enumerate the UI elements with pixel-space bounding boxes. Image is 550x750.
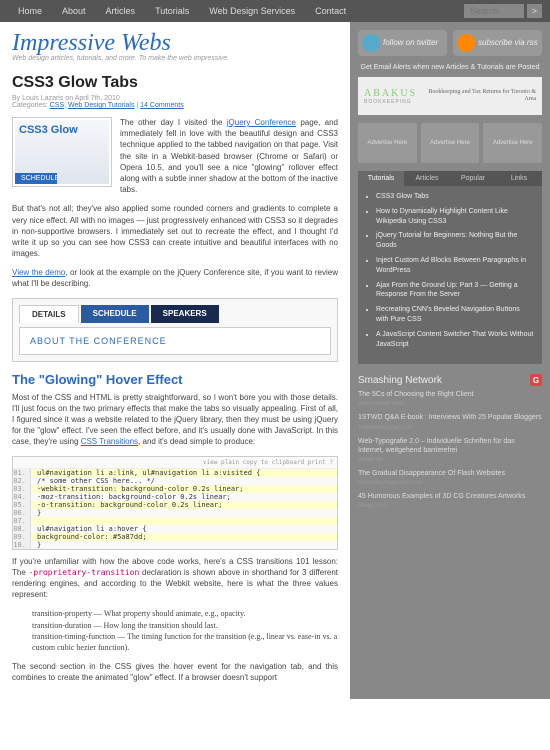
sidebar: follow on twitter subscribe via rss Get …: [350, 22, 550, 699]
smashing-item[interactable]: The 5Cs of Choosing the Right Client: [358, 390, 542, 399]
code-line: 06.}: [13, 509, 337, 517]
smashing-item[interactable]: 1STWD Q&A E-book : Interviews With 25 Po…: [358, 413, 542, 422]
thumb-tab: SCHEDULE: [15, 173, 57, 184]
rss-button[interactable]: subscribe via rss: [453, 30, 542, 56]
rss-label: subscribe via rss: [478, 39, 538, 47]
demo-content: ABOUT THE CONFERENCE: [19, 327, 331, 355]
code-toolbar[interactable]: view plain copy to clipboard print ?: [13, 457, 337, 469]
jquery-conf-link[interactable]: jQuery Conference: [227, 118, 296, 127]
smashing-source: smashingmagazine.com: [358, 480, 542, 486]
nav-tutorials[interactable]: Tutorials: [145, 3, 199, 19]
demo-tab-speakers: SPEAKERS: [151, 305, 219, 323]
tab-links[interactable]: Links: [496, 171, 542, 186]
byline: By Louis Lazaris on April 7th, 2010: [12, 95, 120, 102]
cat-tutorials[interactable]: Web Design Tutorials: [68, 102, 134, 109]
post-title: CSS3 Glow Tabs: [12, 74, 338, 92]
def-2: transition-duration — How long the trans…: [32, 620, 338, 631]
smashing-source: 1stwebdesigner.com: [358, 425, 542, 431]
ad-slot-3[interactable]: Advertise Here: [483, 123, 542, 163]
smashing-title: Smashing Network: [358, 375, 442, 386]
tagline: Web design articles, tutorials, and more…: [12, 55, 338, 62]
post-meta: By Louis Lazaris on April 7th, 2010 Cate…: [12, 95, 338, 109]
ad-logo-sub: BOOKKEEPING: [364, 99, 417, 105]
rss-icon: [457, 34, 475, 52]
thumb-title: CSS3 Glow: [15, 120, 109, 140]
cat-css[interactable]: CSS: [50, 102, 64, 109]
section-heading: The "Glowing" Hover Effect: [12, 372, 338, 387]
def-1: transition-property — What property shou…: [32, 608, 338, 619]
paragraph-4: Most of the CSS and HTML is pretty strai…: [12, 392, 338, 448]
paragraph-3: View the demo, or look at the example on…: [12, 267, 338, 289]
paragraph-6: The second section in the CSS gives the …: [12, 661, 338, 683]
code-line: 10.}: [13, 541, 337, 549]
twitter-button[interactable]: follow on twitter: [358, 30, 447, 56]
smashing-source: onextrapixel.com: [358, 401, 542, 407]
smashing-item[interactable]: 45 Humorous Examples of 3D CG Creatures …: [358, 492, 542, 501]
tab-articles[interactable]: Articles: [404, 171, 450, 186]
email-alert-link[interactable]: Get Email Alerts when new Articles & Tut…: [358, 64, 542, 71]
twitter-label: follow on twitter: [383, 39, 438, 47]
tutorial-link[interactable]: Inject Custom Ad Blocks Between Paragrap…: [376, 256, 534, 276]
code-line: 05. -o-transition: background-color 0.2s…: [13, 501, 337, 509]
tutorials-list: CSS3 Glow Tabs How to Dynamically Highlig…: [358, 186, 542, 364]
code-line: 02. /* some other CSS here... */: [13, 477, 337, 485]
def-3: transition-timing-function — The timing …: [32, 631, 338, 653]
tutorial-link[interactable]: Ajax From the Ground Up: Part 3 — Gettin…: [376, 281, 534, 301]
site-logo: Impressive Webs: [12, 30, 338, 57]
tutorial-link[interactable]: CSS3 Glow Tabs: [376, 192, 534, 202]
ad-slot-1[interactable]: Advertise Here: [358, 123, 417, 163]
comments-link[interactable]: 14 Comments: [140, 102, 184, 109]
smashing-item[interactable]: The Gradual Disappearance Of Flash Websi…: [358, 469, 542, 478]
post-thumbnail: CSS3 Glow SCHEDULE: [12, 117, 112, 187]
view-demo-link[interactable]: View the demo: [12, 268, 65, 277]
demo-screenshot: DETAILS SCHEDULE SPEAKERS ABOUT THE CONF…: [12, 298, 338, 362]
tutorial-link[interactable]: Recreating CNN's Beveled Navigation Butt…: [376, 305, 534, 325]
top-nav: Home About Articles Tutorials Web Design…: [0, 0, 550, 22]
nav-about[interactable]: About: [52, 3, 96, 19]
sidebar-tabs: Tutorials Articles Popular Links: [358, 171, 542, 186]
tab-tutorials[interactable]: Tutorials: [358, 171, 404, 186]
search-input[interactable]: [464, 4, 524, 18]
tutorial-link[interactable]: A JavaScript Content Switcher That Works…: [376, 330, 534, 350]
tab-popular[interactable]: Popular: [450, 171, 496, 186]
demo-tab-details: DETAILS: [19, 305, 79, 323]
ad-logo: ABAKUS: [364, 88, 417, 99]
definition-list: transition-property — What property shou…: [32, 608, 338, 653]
code-line: 01.ul#navigation li a:link, ul#navigatio…: [13, 469, 337, 477]
tutorial-link[interactable]: How to Dynamically Highlight Content Lik…: [376, 207, 534, 227]
code-line: 04. -moz-transition: background-color 0.…: [13, 493, 337, 501]
code-line: 08.ul#navigation li a:hover {: [13, 525, 337, 533]
code-block: view plain copy to clipboard print ? 01.…: [12, 456, 338, 550]
cat-label: Categories:: [12, 102, 50, 109]
paragraph-2: But that's not all; they've also applied…: [12, 203, 338, 259]
ad-text: Bookkeeping and Tax Returns for Toronto …: [417, 89, 536, 103]
smashing-icon: G: [530, 374, 542, 386]
nav-articles[interactable]: Articles: [96, 3, 146, 19]
search-button[interactable]: >: [527, 4, 542, 18]
twitter-icon: [362, 34, 380, 52]
main-content: Impressive Webs Web design articles, tut…: [0, 22, 350, 699]
nav-services[interactable]: Web Design Services: [199, 3, 305, 19]
css-transitions-link[interactable]: CSS Transitions: [81, 437, 138, 446]
paragraph-5: If you're unfamiliar with how the above …: [12, 556, 338, 601]
code-line: 07.: [13, 517, 337, 525]
smashing-source: noupe.com: [358, 503, 542, 509]
ad-banner[interactable]: ABAKUS BOOKKEEPING Bookkeeping and Tax R…: [358, 77, 542, 115]
demo-tab-schedule: SCHEDULE: [81, 305, 149, 323]
tutorial-link[interactable]: jQuery Tutorial for Beginners: Nothing B…: [376, 231, 534, 251]
nav-contact[interactable]: Contact: [305, 3, 356, 19]
smashing-source: drweb.de: [358, 457, 542, 463]
code-line: 03. -webkit-transition: background-color…: [13, 485, 337, 493]
smashing-item[interactable]: Web-Typografie 2.0 – Individuelle Schrif…: [358, 437, 542, 455]
ad-slot-2[interactable]: Advertise Here: [421, 123, 480, 163]
code-line: 09. background-color: #5a87dd;: [13, 533, 337, 541]
inline-code: -proprietary-transition: [29, 568, 140, 577]
nav-home[interactable]: Home: [8, 3, 52, 19]
